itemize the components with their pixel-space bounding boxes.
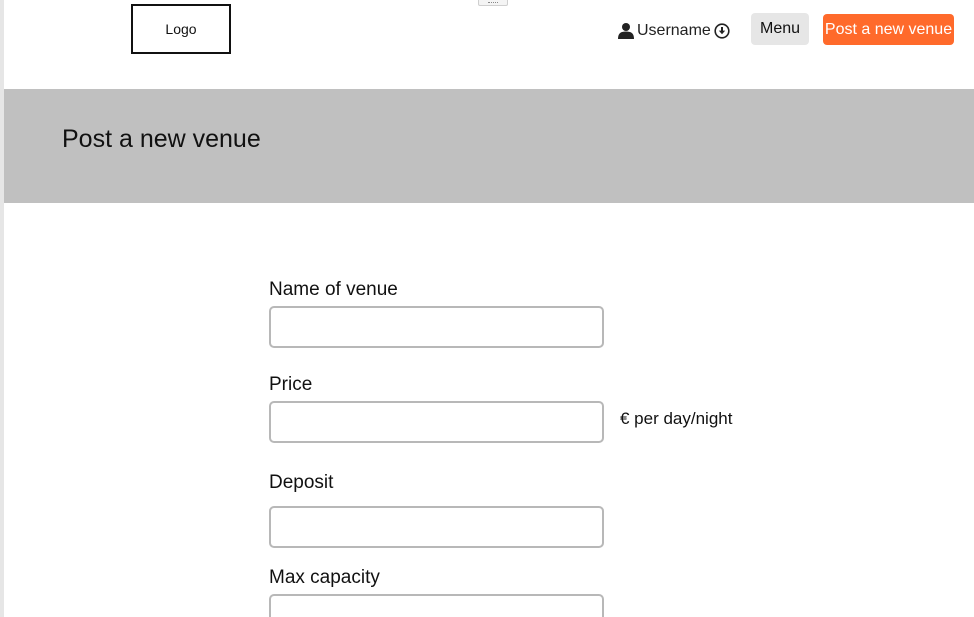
- deposit-label: Deposit: [269, 472, 334, 493]
- top-drag-handle[interactable]: [478, 0, 508, 6]
- menu-button[interactable]: Menu: [751, 13, 809, 45]
- user-icon: [617, 22, 635, 40]
- venue-name-input[interactable]: [269, 306, 604, 348]
- logo[interactable]: Logo: [131, 4, 231, 54]
- deposit-input[interactable]: [269, 506, 604, 548]
- circle-arrow-down-icon: [714, 23, 730, 39]
- price-unit-label: € per day/night: [620, 409, 733, 428]
- max-capacity-input[interactable]: [269, 594, 604, 617]
- price-label: Price: [269, 374, 313, 395]
- page-title: Post a new venue: [62, 125, 261, 153]
- username-label: Username: [637, 22, 711, 39]
- price-input[interactable]: [269, 401, 604, 443]
- logo-text: Logo: [165, 21, 197, 37]
- post-new-venue-button[interactable]: Post a new venue: [823, 14, 954, 45]
- venue-name-label: Name of venue: [269, 279, 398, 300]
- user-menu-toggle[interactable]: Username: [617, 20, 730, 42]
- page-banner: Post a new venue: [4, 89, 974, 203]
- max-capacity-label: Max capacity: [269, 567, 380, 588]
